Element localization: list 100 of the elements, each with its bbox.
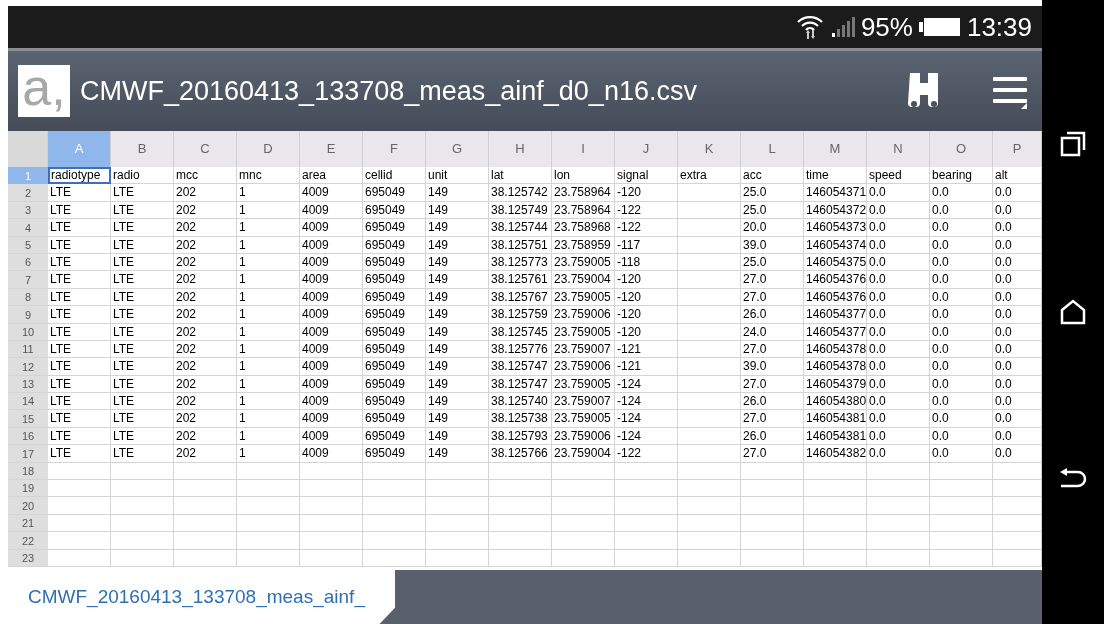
- table-cell[interactable]: LTE: [48, 288, 111, 306]
- table-cell[interactable]: 149: [426, 219, 489, 236]
- table-cell[interactable]: LTE: [48, 306, 111, 323]
- table-cell[interactable]: 149: [426, 375, 489, 393]
- table-cell[interactable]: 25.0: [741, 253, 804, 271]
- table-cell[interactable]: 26.0: [741, 306, 804, 323]
- table-cell[interactable]: 1: [237, 445, 300, 462]
- table-cell[interactable]: 149: [426, 306, 489, 323]
- table-cell[interactable]: 146054381: [804, 410, 867, 427]
- table-cell[interactable]: 0.0: [930, 445, 993, 462]
- table-cell[interactable]: 202: [174, 427, 237, 445]
- table-cell[interactable]: LTE: [48, 445, 111, 462]
- table-cell[interactable]: 149: [426, 201, 489, 219]
- table-cell[interactable]: 202: [174, 184, 237, 201]
- table-cell[interactable]: 146054377: [804, 323, 867, 340]
- table-cell[interactable]: 0.0: [930, 427, 993, 445]
- table-cell[interactable]: 1: [237, 236, 300, 253]
- table-cell[interactable]: 146054379: [804, 375, 867, 393]
- table-cell[interactable]: -124: [615, 375, 678, 393]
- table-cell[interactable]: 38.125751: [489, 236, 552, 253]
- table-cell[interactable]: LTE: [48, 323, 111, 340]
- table-cell[interactable]: cellid: [363, 167, 426, 184]
- table-cell[interactable]: bearing: [930, 167, 993, 184]
- table-cell[interactable]: 4009: [300, 427, 363, 445]
- table-cell[interactable]: 695049: [363, 445, 426, 462]
- table-cell[interactable]: 202: [174, 271, 237, 288]
- table-cell[interactable]: 38.125759: [489, 306, 552, 323]
- table-cell[interactable]: 1: [237, 323, 300, 340]
- table-cell[interactable]: -120: [615, 288, 678, 306]
- table-cell[interactable]: 146054376: [804, 271, 867, 288]
- table-cell[interactable]: 695049: [363, 323, 426, 340]
- table-cell[interactable]: 23.759005: [552, 375, 615, 393]
- table-cell[interactable]: LTE: [111, 410, 174, 427]
- table-cell[interactable]: 0.0: [930, 288, 993, 306]
- table-cell[interactable]: 695049: [363, 375, 426, 393]
- row-number[interactable]: 14: [8, 393, 48, 410]
- table-cell[interactable]: 149: [426, 288, 489, 306]
- table-cell[interactable]: 146054380: [804, 393, 867, 410]
- table-cell[interactable]: 25.0: [741, 184, 804, 201]
- sheet-tab[interactable]: CMWF_20160413_133708_meas_ainf_: [8, 570, 395, 624]
- table-cell[interactable]: 1: [237, 393, 300, 410]
- table-cell[interactable]: LTE: [111, 306, 174, 323]
- table-cell[interactable]: 0.0: [930, 393, 993, 410]
- table-cell[interactable]: 695049: [363, 358, 426, 375]
- table-cell[interactable]: 695049: [363, 253, 426, 271]
- table-cell[interactable]: LTE: [111, 288, 174, 306]
- table-cell[interactable]: LTE: [111, 323, 174, 340]
- table-cell[interactable]: -124: [615, 393, 678, 410]
- table-cell[interactable]: 149: [426, 271, 489, 288]
- table-cell[interactable]: 0.0: [867, 201, 930, 219]
- row-number[interactable]: 4: [8, 219, 48, 236]
- table-cell[interactable]: LTE: [111, 445, 174, 462]
- table-cell[interactable]: LTE: [48, 393, 111, 410]
- table-cell[interactable]: 4009: [300, 236, 363, 253]
- table-cell[interactable]: 1: [237, 306, 300, 323]
- table-cell[interactable]: LTE: [48, 184, 111, 201]
- table-cell[interactable]: 0.0: [867, 219, 930, 236]
- column-header[interactable]: B: [111, 131, 174, 167]
- table-cell[interactable]: 23.759006: [552, 427, 615, 445]
- table-cell[interactable]: 38.125738: [489, 410, 552, 427]
- table-cell[interactable]: 149: [426, 340, 489, 358]
- table-cell[interactable]: 0.0: [867, 427, 930, 445]
- table-cell[interactable]: 23.758968: [552, 219, 615, 236]
- table-cell[interactable]: 23.759004: [552, 445, 615, 462]
- table-cell[interactable]: 0.0: [867, 184, 930, 201]
- table-cell[interactable]: 0.0: [930, 375, 993, 393]
- table-cell[interactable]: 27.0: [741, 410, 804, 427]
- column-header[interactable]: L: [741, 131, 804, 167]
- table-cell[interactable]: 26.0: [741, 393, 804, 410]
- table-cell[interactable]: -121: [615, 340, 678, 358]
- table-cell[interactable]: 149: [426, 358, 489, 375]
- table-cell[interactable]: 695049: [363, 393, 426, 410]
- table-cell[interactable]: LTE: [48, 375, 111, 393]
- column-header[interactable]: G: [426, 131, 489, 167]
- table-cell[interactable]: 0.0: [930, 410, 993, 427]
- table-cell[interactable]: -120: [615, 306, 678, 323]
- table-cell[interactable]: 202: [174, 201, 237, 219]
- table-cell[interactable]: LTE: [111, 358, 174, 375]
- table-cell[interactable]: 0.0: [867, 253, 930, 271]
- row-number[interactable]: 22: [8, 532, 48, 549]
- table-cell[interactable]: 4009: [300, 393, 363, 410]
- table-cell[interactable]: LTE: [111, 236, 174, 253]
- table-cell[interactable]: 4009: [300, 358, 363, 375]
- table-cell[interactable]: LTE: [111, 393, 174, 410]
- table-cell[interactable]: 202: [174, 236, 237, 253]
- table-cell[interactable]: 1: [237, 358, 300, 375]
- home-icon[interactable]: [1059, 298, 1087, 326]
- column-header[interactable]: F: [363, 131, 426, 167]
- table-cell[interactable]: -122: [615, 445, 678, 462]
- column-header[interactable]: K: [678, 131, 741, 167]
- table-cell[interactable]: 23.759006: [552, 358, 615, 375]
- table-cell[interactable]: 27.0: [741, 340, 804, 358]
- table-cell[interactable]: 146054382: [804, 445, 867, 462]
- table-cell[interactable]: 202: [174, 375, 237, 393]
- table-cell[interactable]: 38.125793: [489, 427, 552, 445]
- table-cell[interactable]: 202: [174, 340, 237, 358]
- table-cell[interactable]: LTE: [111, 340, 174, 358]
- table-cell[interactable]: 149: [426, 236, 489, 253]
- table-cell[interactable]: 202: [174, 410, 237, 427]
- table-cell[interactable]: mnc: [237, 167, 300, 184]
